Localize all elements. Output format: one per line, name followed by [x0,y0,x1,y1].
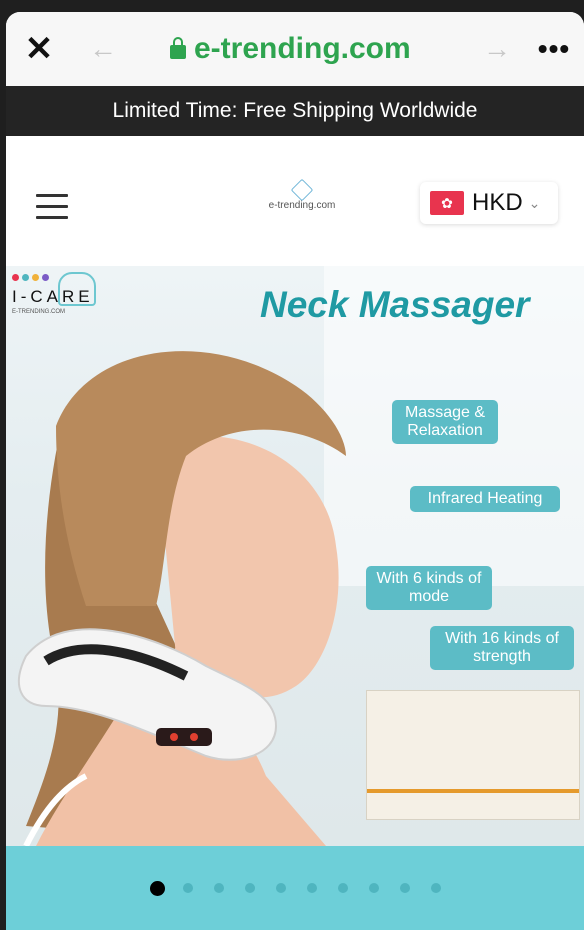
feature-tag: With 16 kinds of strength [430,626,574,670]
carousel-dots [150,880,462,896]
more-menu-icon[interactable]: ••• [534,32,574,66]
brand-sub: E-TRENDING.COM [12,309,65,315]
carousel-dot[interactable] [369,883,379,893]
feature-tag: With 6 kinds of mode [366,566,492,610]
carousel-dot[interactable] [245,883,255,893]
browser-toolbar: ✕ ← e-trending.com → ••• [6,12,584,86]
browser-frame: ✕ ← e-trending.com → ••• Limited Time: F… [6,12,584,930]
carousel-dot[interactable] [150,880,165,896]
feature-tag: Infrared Heating [410,486,560,512]
url-text: e-trending.com [194,32,411,65]
carousel-dot[interactable] [307,883,317,893]
lock-icon [170,37,186,59]
carousel-dot[interactable] [338,883,348,893]
announcement-bar: Limited Time: Free Shipping Worldwide [6,86,584,136]
logo-cube-icon [290,178,314,202]
carousel-dot[interactable] [183,883,193,893]
announcement-text: Limited Time: Free Shipping Worldwide [112,99,478,122]
heart-icon [58,272,96,306]
forward-arrow-icon[interactable]: → [480,32,514,66]
back-arrow-icon[interactable]: ← [86,32,120,66]
carousel-dot[interactable] [431,883,441,893]
currency-label: HKD [472,189,523,216]
currency-selector[interactable]: ✿ HKD ⌄ [420,182,558,224]
hero-title: Neck Massager [260,284,530,325]
carousel-pagination [6,846,584,930]
product-package-image [366,690,580,820]
address-bar[interactable]: e-trending.com [170,32,411,66]
hero-banner[interactable]: I-CARE E-TRENDING.COM Neck Massager Mass… [6,266,584,846]
carousel-dot[interactable] [276,883,286,893]
hk-flag-icon: ✿ [430,191,464,215]
logo-text: e-trending.com [268,200,336,211]
site-header: e-trending.com ✿ HKD ⌄ [6,136,584,266]
hamburger-menu-icon[interactable] [36,194,68,220]
woman-illustration [17,351,346,846]
close-icon[interactable]: ✕ [22,32,56,66]
chevron-down-icon: ⌄ [528,194,541,211]
site-logo[interactable]: e-trending.com [262,178,342,211]
brand-logo: I-CARE E-TRENDING.COM [12,272,96,315]
carousel-dot[interactable] [400,883,410,893]
feature-tag: Massage & Relaxation [392,400,498,444]
carousel-dot[interactable] [214,883,224,893]
